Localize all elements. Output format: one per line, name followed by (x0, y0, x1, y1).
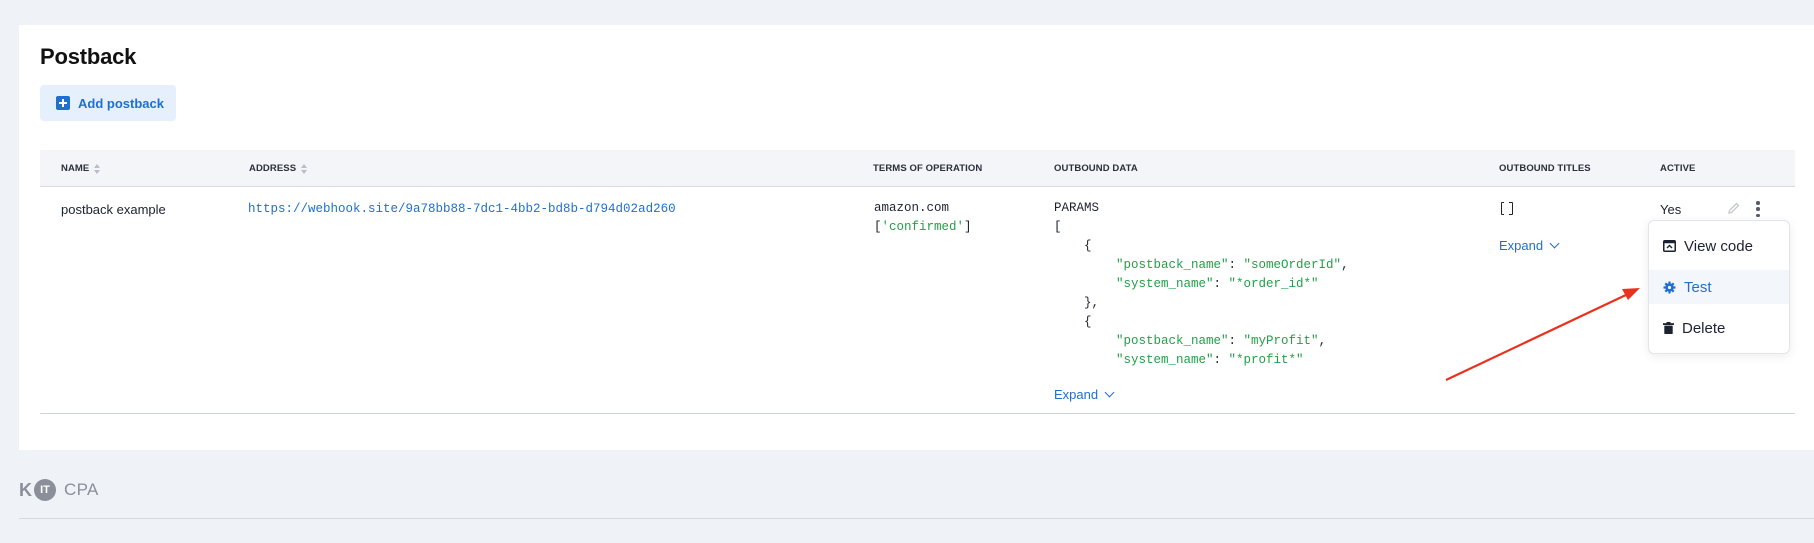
outbound-line: "postback_name": "myProfit", (1116, 334, 1327, 348)
add-postback-button[interactable]: Add postback (40, 85, 176, 121)
more-actions-icon[interactable] (1754, 200, 1762, 218)
page-title: Postback (40, 44, 137, 69)
outbound-open-bracket: [ (1054, 220, 1062, 234)
outbound-brace-close: }, (1084, 296, 1100, 310)
chevron-down-icon (1549, 238, 1560, 249)
terms-status: ['confirmed'] (874, 220, 972, 234)
row-divider (40, 413, 1795, 414)
outbound-data-expand-link[interactable]: Expand (1054, 387, 1115, 402)
column-header-name[interactable]: NAME (61, 163, 101, 174)
outbound-line: "system_name": "*profit*" (1116, 353, 1304, 367)
menu-item-test[interactable]: Test (1649, 270, 1789, 304)
kit-cpa-logo: K IT CPA (19, 479, 99, 501)
edit-icon[interactable] (1727, 201, 1741, 215)
postback-address-link[interactable]: https://webhook.site/9a78bb88-7dc1-4bb2-… (248, 202, 676, 216)
menu-item-view-code[interactable]: View code (1649, 229, 1789, 263)
empty-array-icon (1501, 201, 1513, 215)
column-header-outbound-titles: OUTBOUND TITLES (1499, 163, 1591, 174)
outbound-brace-open: { (1084, 315, 1092, 329)
sort-icon[interactable] (301, 163, 308, 174)
outbound-brace-open: { (1084, 239, 1092, 253)
outbound-line: "postback_name": "someOrderId", (1116, 258, 1349, 272)
gear-icon (1663, 281, 1676, 293)
outbound-params-label: PARAMS (1054, 201, 1100, 215)
column-header-active: ACTIVE (1660, 163, 1696, 174)
outbound-titles-expand-link[interactable]: Expand (1499, 238, 1560, 253)
active-status: Yes (1660, 202, 1682, 217)
column-header-outbound-data: OUTBOUND DATA (1054, 163, 1138, 174)
trash-icon (1663, 322, 1674, 334)
table-header: NAME ADDRESS TERMS OF OPERATION OUTBOUND… (40, 150, 1795, 187)
add-postback-label: Add postback (78, 95, 164, 111)
postback-name: postback example (61, 202, 166, 217)
menu-item-delete[interactable]: Delete (1649, 311, 1789, 345)
row-actions-menu: View code Test Delete (1648, 220, 1790, 354)
sort-icon[interactable] (94, 163, 101, 174)
terms-domain: amazon.com (874, 201, 950, 215)
column-header-terms: TERMS OF OPERATION (873, 163, 983, 174)
column-header-address[interactable]: ADDRESS (249, 163, 308, 174)
chevron-down-icon (1104, 387, 1115, 398)
plus-icon (56, 96, 70, 110)
footer-divider (19, 518, 1814, 519)
outbound-line: "system_name": "*order_id*" (1116, 277, 1319, 291)
view-code-icon (1663, 240, 1676, 252)
